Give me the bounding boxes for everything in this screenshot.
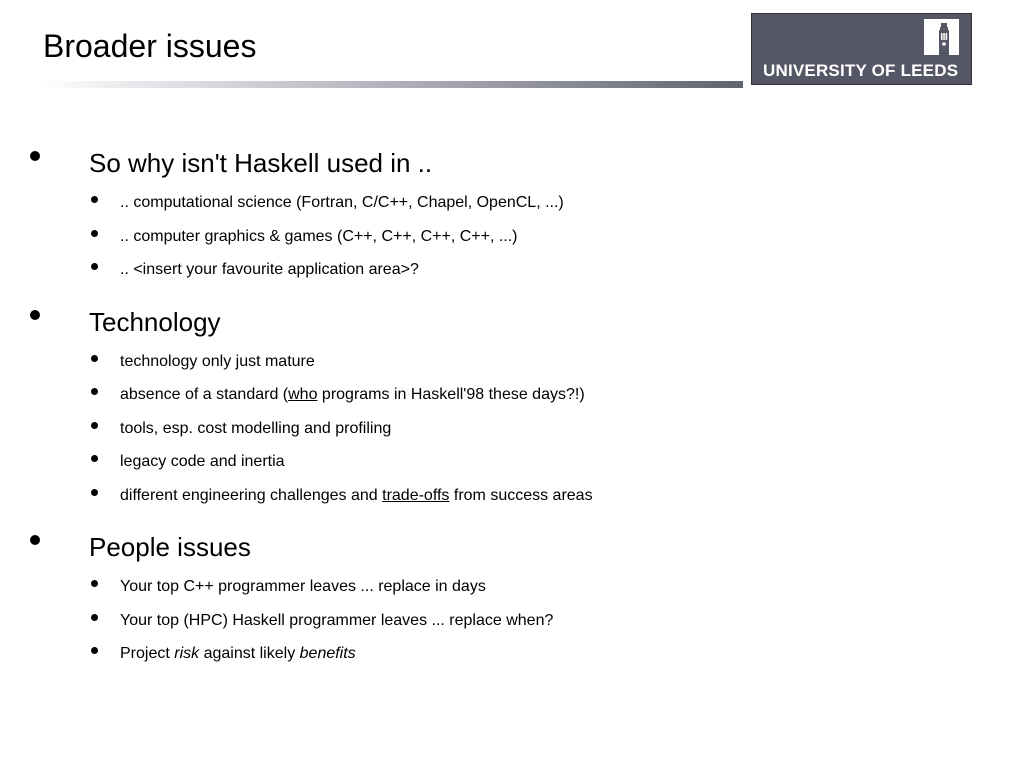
section-heading: People issues <box>89 532 251 562</box>
title-underline-rule <box>38 81 743 88</box>
list-item: technology only just mature <box>120 353 315 370</box>
list-item: legacy code and inertia <box>120 453 285 470</box>
bullet-icon <box>30 535 40 545</box>
bullet-icon <box>91 230 98 237</box>
bullet-icon <box>91 263 98 270</box>
list-item: .. computer graphics & games (C++, C++, … <box>120 228 518 245</box>
list-item: Project risk against likely benefits <box>120 644 356 664</box>
list-item: Your top (HPC) Haskell programmer leaves… <box>120 612 554 629</box>
bullet-icon <box>91 196 98 203</box>
list-item-text: from success areas <box>449 487 593 504</box>
emphasized-text: risk <box>174 645 200 662</box>
logo-emblem <box>924 19 959 55</box>
list-item-text: programs in Haskell'98 these days?!) <box>317 386 585 403</box>
bullet-icon <box>91 489 98 496</box>
list-item: .. <insert your favourite application ar… <box>120 261 419 278</box>
bullet-icon <box>91 422 98 429</box>
bullet-icon <box>30 310 40 320</box>
list-item: absence of a standard (who programs in H… <box>120 385 585 405</box>
logo-text: UNIVERSITY OF LEEDS <box>763 61 959 80</box>
list-item-text: against likely <box>199 645 300 662</box>
section-heading: So why isn't Haskell used in .. <box>89 148 433 178</box>
slide-title: Broader issues <box>43 28 257 64</box>
list-item-text: absence of a standard ( <box>120 386 289 403</box>
list-item: .. computational science (Fortran, C/C++… <box>120 194 564 211</box>
bullet-icon <box>91 388 98 395</box>
emphasized-text: who <box>288 386 318 403</box>
list-item: tools, esp. cost modelling and profiling <box>120 420 392 437</box>
parkinson-tower-icon <box>939 23 949 55</box>
section-heading: Technology <box>89 307 221 337</box>
university-logo: UNIVERSITY OF LEEDS <box>751 13 972 85</box>
list-item: Your top C++ programmer leaves ... repla… <box>120 578 486 595</box>
bullet-icon <box>91 455 98 462</box>
emphasized-text: benefits <box>299 645 356 662</box>
list-item-text: different engineering challenges and <box>120 487 383 504</box>
list-item-text: Project <box>120 645 175 662</box>
emphasized-text: trade-offs <box>382 487 450 504</box>
bullet-icon <box>91 355 98 362</box>
bullet-icon <box>91 614 98 621</box>
bullet-icon <box>91 647 98 654</box>
bullet-icon <box>30 151 40 161</box>
bullet-icon <box>91 580 98 587</box>
list-item: different engineering challenges and tra… <box>120 486 593 506</box>
